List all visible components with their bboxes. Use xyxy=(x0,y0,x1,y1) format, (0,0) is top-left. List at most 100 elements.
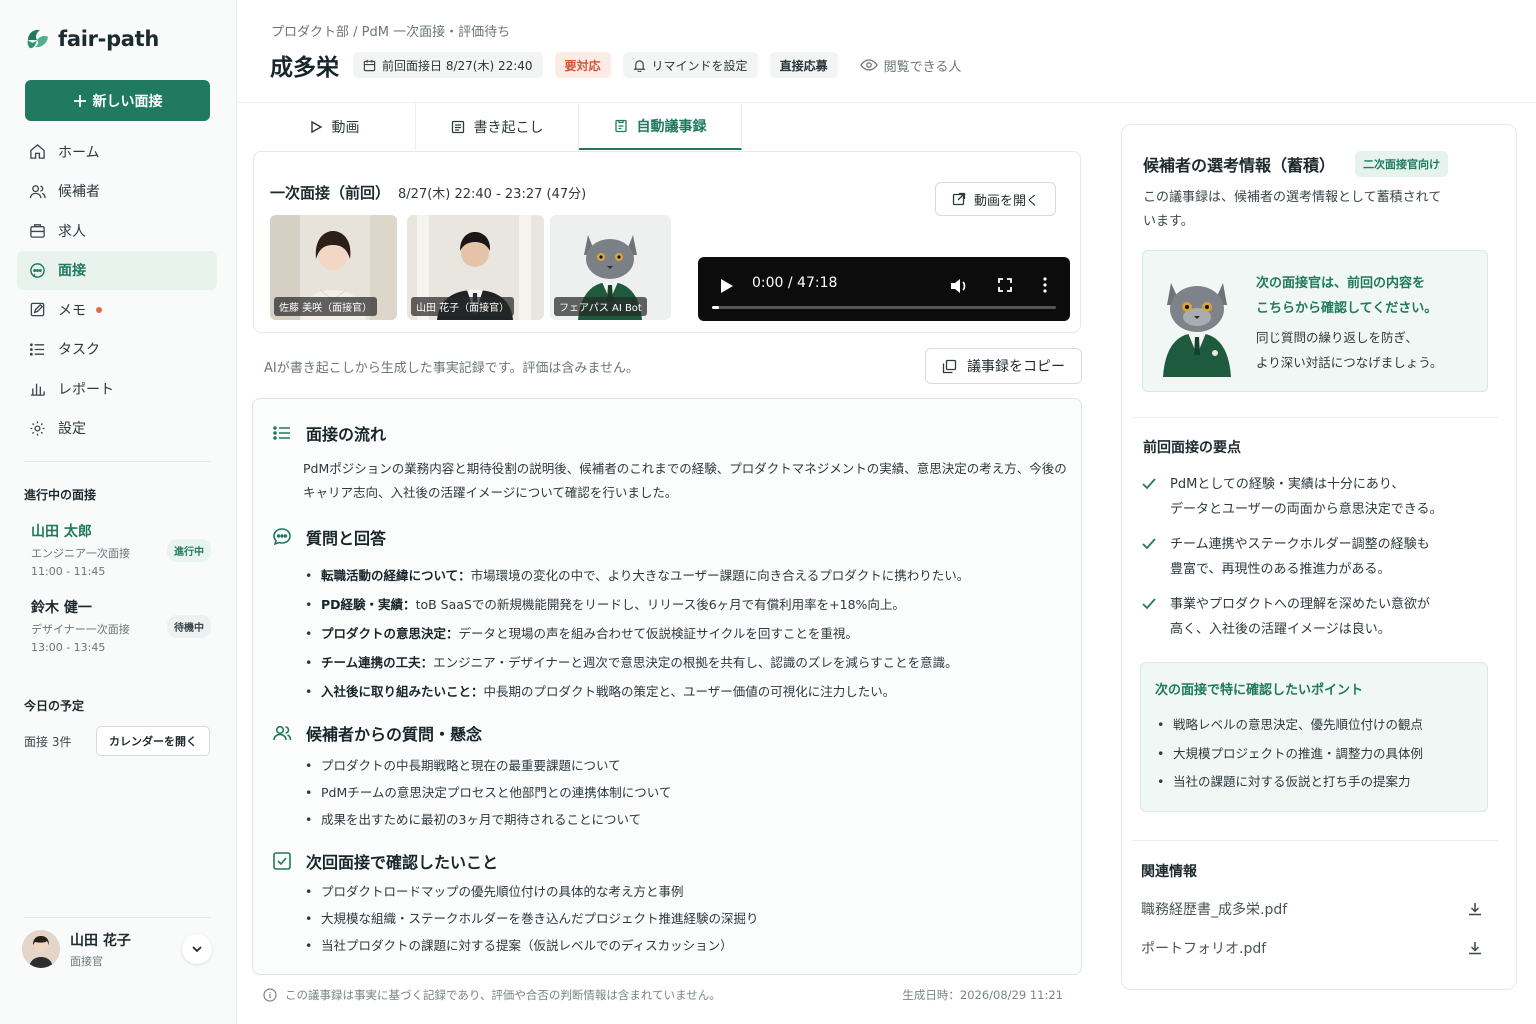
meeting-name: 一次面接（前回） xyxy=(270,184,391,202)
external-link-icon xyxy=(952,192,966,206)
panel-title-row: 候補者の選考情報（蓄積） 二次面接官向け xyxy=(1143,151,1449,177)
download-icon[interactable] xyxy=(1467,901,1483,917)
user-menu[interactable]: 山田 花子 面接官 xyxy=(22,928,212,970)
section-qa-heading: 質問と回答 xyxy=(272,525,386,549)
new-interview-button[interactable]: 新しい面接 xyxy=(25,80,210,121)
nav-item-jobs[interactable]: 求人 xyxy=(17,211,217,251)
focus-heading: 次の面接で特に確認したいポイント xyxy=(1155,683,1364,698)
nav-item-memo[interactable]: メモ xyxy=(17,290,217,330)
page-header: プロダクト部 / PdM 一次面接・評価待ち 成多栄 前回面接日 8/27(木)… xyxy=(237,0,1536,103)
divider xyxy=(1132,840,1498,841)
tab-auto-minutes[interactable]: 自動議事録 xyxy=(579,103,742,150)
next-list: プロダクトロードマップの優先順位付けの具体的な考え方と事例 大規模な組織・ステー… xyxy=(303,878,759,959)
checkbox-icon xyxy=(273,852,291,870)
divider xyxy=(1132,417,1498,418)
list-item: プロダクトの意思決定：データと現場の声を組み合わせて仮説検証サイクルを回すことを… xyxy=(303,619,969,648)
in-progress-item[interactable]: 鈴木 健一 デザイナー一次面接 13:00 - 13:45 待機中 xyxy=(31,597,211,654)
section-title: 次回面接で確認したいこと xyxy=(306,853,499,872)
list-item: プロダクトロードマップの優先順位付けの具体的な考え方と事例 xyxy=(303,878,759,905)
footer-note: この議事録は事実に基づく記録であり、評価や合否の判断情報は含まれていません。 xyxy=(285,988,721,1002)
avatar xyxy=(22,930,60,968)
concerns-list: プロダクトの中長期戦略と現在の最重要課題について PdMチームの意思決定プロセス… xyxy=(303,752,671,833)
users-icon xyxy=(273,725,292,741)
nav-item-tasks[interactable]: タスク xyxy=(17,330,217,370)
open-calendar-button[interactable]: カレンダーを開く xyxy=(96,726,210,756)
download-icon[interactable] xyxy=(1467,940,1483,956)
divider xyxy=(24,917,211,918)
tab-video[interactable]: 動画 xyxy=(253,103,416,150)
nav-item-interviews[interactable]: 面接 xyxy=(17,250,217,290)
panel-description: この議事録は、候補者の選考情報として蓄積されています。 xyxy=(1143,190,1442,229)
new-interview-label: 新しい面接 xyxy=(92,93,163,110)
volume-icon[interactable] xyxy=(950,278,968,294)
list-item: チーム連携の工夫：エンジニア・デザイナーと週次で意思決定の根拠を共有し、認識のズ… xyxy=(303,648,969,677)
more-vertical-icon[interactable] xyxy=(1043,277,1047,293)
home-icon xyxy=(30,144,45,160)
player-progress[interactable] xyxy=(712,306,1056,309)
list-item: 当社の課題に対する仮説と打ち手の提案力 xyxy=(1155,768,1423,797)
users-icon xyxy=(29,184,46,198)
file-item[interactable]: 職務経歴書_成多栄.pdf xyxy=(1141,899,1483,919)
info-icon xyxy=(263,988,277,1002)
play-button-icon[interactable] xyxy=(720,278,734,294)
nav-label: 候補者 xyxy=(58,184,100,201)
transcript-icon xyxy=(451,120,464,133)
nav-item-settings[interactable]: 設定 xyxy=(17,409,217,449)
interview-time: 13:00 - 13:45 xyxy=(31,641,106,654)
interviewee-name: 山田 太郎 xyxy=(31,524,92,540)
minutes-footer: この議事録は事実に基づく記録であり、評価や合否の判断情報は含まれていません。 生… xyxy=(263,987,1063,1003)
logo-text: fair-path xyxy=(58,27,160,51)
summary-list: PdMとしての経験・実績は十分にあり、 データとユーザーの両面から意思決定できる。… xyxy=(1142,472,1492,652)
unread-dot xyxy=(96,306,102,313)
nav-item-home[interactable]: ホーム xyxy=(17,132,217,172)
last-interview-date: 前回面接日 8/27(木) 22:40 xyxy=(382,58,533,73)
minutes-card: 面接の流れ PdMポジションの業務内容と期待役割の説明後、候補者のこれまでの経験… xyxy=(252,398,1082,975)
file-item[interactable]: ポートフォリオ.pdf xyxy=(1141,938,1483,958)
today-count: 面接 3件 xyxy=(24,734,72,749)
summary-item: チーム連携やステークホルダー調整の経験も 豊富で、再現性のある推進力がある。 xyxy=(1142,532,1492,582)
copy-minutes-button[interactable]: 議事録をコピー xyxy=(925,348,1082,384)
mascot-cat xyxy=(1163,283,1231,377)
fullscreen-icon[interactable] xyxy=(998,278,1012,292)
audience-badge: 二次面接官向け xyxy=(1355,151,1449,177)
minutes-toolbar: AIが書き起こしから生成した事実記録です。評価は含みません。 議事録をコピー xyxy=(264,348,1082,384)
remind-button[interactable]: リマインドを設定 xyxy=(622,52,758,78)
nav-label: タスク xyxy=(58,342,100,359)
check-icon xyxy=(1142,598,1156,610)
viewers-button[interactable]: 閲覧できる人 xyxy=(850,52,972,78)
video-player[interactable]: 0:00 / 47:18 xyxy=(698,257,1070,321)
today-heading: 今日の予定 xyxy=(24,699,85,713)
participant-thumb[interactable]: フェアパス AI Bot xyxy=(550,215,671,320)
tab-label: 書き起こし xyxy=(473,119,544,136)
tab-transcript[interactable]: 書き起こし xyxy=(416,103,579,150)
list-item: 成果を出すために最初の3ヶ月で期待されることについて xyxy=(303,806,671,833)
chat-bubble-icon xyxy=(273,528,291,546)
nav-item-reports[interactable]: レポート xyxy=(17,369,217,409)
section-flow-heading: 面接の流れ xyxy=(272,421,386,445)
list-item: 大規模プロジェクトの推進・調整力の具体例 xyxy=(1155,740,1423,769)
chevron-down-icon xyxy=(192,946,202,953)
user-menu-toggle[interactable] xyxy=(182,934,212,964)
apply-type-badge: 直接応募 xyxy=(769,52,838,78)
main-nav: ホーム 候補者 求人 面接 メモ タスク レポート 設定 xyxy=(17,132,217,448)
next-interviewer-callout: 次の面接官は、前回の内容を こちらから確認してください。 同じ質問の繰り返しを防… xyxy=(1142,250,1488,392)
breadcrumb[interactable]: プロダクト部 / PdM 一次面接・評価待ち xyxy=(271,21,510,40)
nav-item-candidates[interactable]: 候補者 xyxy=(17,172,217,212)
file-name[interactable]: ポートフォリオ.pdf xyxy=(1141,938,1266,958)
participant-thumb[interactable]: 山田 花子（面接官） xyxy=(407,215,544,320)
section-title: 質問と回答 xyxy=(306,529,387,548)
chat-icon xyxy=(30,262,45,278)
participant-thumb[interactable]: 佐藤 美咲（面接官） xyxy=(270,215,397,320)
in-progress-item[interactable]: 山田 太郎 エンジニア一次面接 11:00 - 11:45 進行中 xyxy=(31,521,211,578)
logo[interactable]: fair-path xyxy=(24,26,159,52)
section-title: 面接の流れ xyxy=(306,425,387,444)
section-next-heading: 次回面接で確認したいこと xyxy=(272,849,498,873)
participant-label: 佐藤 美咲（面接官） xyxy=(274,297,378,316)
open-video-button[interactable]: 動画を開く xyxy=(934,182,1056,216)
page-title: 成多栄 xyxy=(270,55,339,81)
file-name[interactable]: 職務経歴書_成多栄.pdf xyxy=(1141,899,1287,919)
callout-main: 次の面接官は、前回の内容を こちらから確認してください。 xyxy=(1256,276,1438,316)
summary-item: 事業やプロダクトへの理解を深めたい意欲が 高く、入社後の活躍イメージは良い。 xyxy=(1142,592,1492,642)
eye-icon xyxy=(859,59,878,71)
list-icon xyxy=(273,426,290,440)
